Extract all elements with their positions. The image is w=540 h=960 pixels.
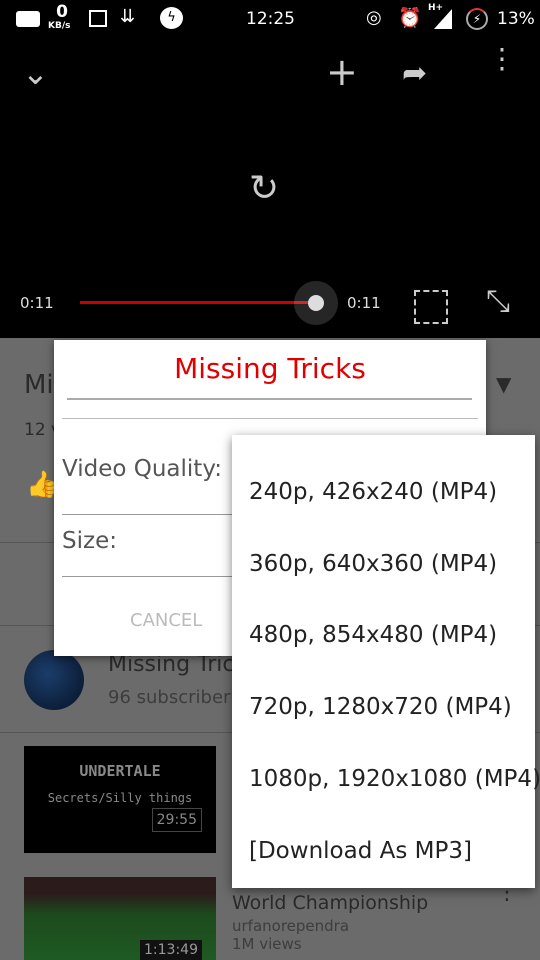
picture-in-picture-icon[interactable] [414, 290, 448, 324]
cancel-button[interactable]: CANCEL [130, 610, 202, 631]
video-player[interactable]: ⌄ + ➦ ⋮ ↻ 0:11 0:11 ⤡ [0, 40, 540, 338]
video-duration: 1:13:49 [140, 940, 202, 960]
video-duration: 29:55 [151, 808, 202, 832]
elapsed-time: 0:11 [20, 294, 54, 312]
size-label: Size: [62, 528, 117, 554]
thumbnail-subtitle: Secrets/Silly things [47, 791, 193, 805]
quality-option[interactable]: 1080p, 1920x1080 (MP4) [249, 766, 540, 792]
divider [67, 398, 472, 400]
divider [62, 514, 242, 515]
channel-avatar[interactable] [24, 650, 84, 710]
video-thumbnail[interactable]: 1:13:49 [24, 877, 216, 960]
share-icon[interactable]: ➦ [402, 56, 427, 91]
download-icon: ⇊ [120, 6, 136, 27]
scrubber-handle[interactable] [308, 295, 324, 311]
replay-icon[interactable]: ↻ [249, 168, 279, 209]
video-quality-label: Video Quality: [62, 456, 223, 482]
download-mp3-option[interactable]: [Download As MP3] [249, 838, 472, 864]
more-options-icon[interactable]: ⋮ [488, 45, 516, 73]
hotspot-icon: ◎ [366, 7, 382, 28]
quality-dropdown-menu: 240p, 426x240 (MP4) 360p, 640x360 (MP4) … [232, 435, 540, 888]
dialog-title: Missing Tricks [174, 352, 366, 385]
messenger-icon: ϟ [160, 7, 183, 29]
status-bar: 0 KB/s ⇊ ϟ 12:25 ◎ ⏰ H+ ⚡ 13% [0, 0, 540, 40]
divider [62, 418, 478, 419]
video-thumbnail[interactable]: UNDERTALE Secrets/Silly things 29:55 [24, 746, 216, 853]
battery-icon: ⚡ [466, 8, 488, 30]
gallery-icon [89, 10, 107, 27]
thumbnail-title: UNDERTALE [79, 762, 161, 780]
video-title[interactable]: World Championship [232, 892, 428, 914]
quality-option[interactable]: 240p, 426x240 (MP4) [249, 479, 497, 505]
clock: 12:25 [246, 9, 295, 29]
video-channel: urfanorependra [232, 917, 350, 935]
fullscreen-icon[interactable]: ⤡ [486, 284, 510, 319]
progress-bar[interactable] [80, 301, 316, 304]
signal-icon [434, 9, 452, 29]
notification-icon [16, 11, 40, 27]
minimize-chevron-icon[interactable]: ⌄ [22, 54, 49, 92]
net-speed: 0 [56, 2, 68, 22]
battery-percent: 13% [497, 9, 535, 29]
quality-option[interactable]: 720p, 1280x720 (MP4) [249, 694, 512, 720]
add-icon[interactable]: + [326, 50, 358, 94]
net-unit: KB/s [48, 21, 71, 31]
quality-option[interactable]: 360p, 640x360 (MP4) [249, 551, 497, 577]
video-views: 1M views [232, 935, 302, 953]
video-title: Mi [24, 370, 54, 400]
expand-icon[interactable]: ▼ [496, 372, 511, 396]
duration: 0:11 [347, 294, 381, 312]
divider [62, 576, 242, 577]
quality-option[interactable]: 480p, 854x480 (MP4) [249, 622, 497, 648]
alarm-icon: ⏰ [398, 7, 422, 29]
subscriber-count: 96 subscriber [108, 687, 231, 708]
